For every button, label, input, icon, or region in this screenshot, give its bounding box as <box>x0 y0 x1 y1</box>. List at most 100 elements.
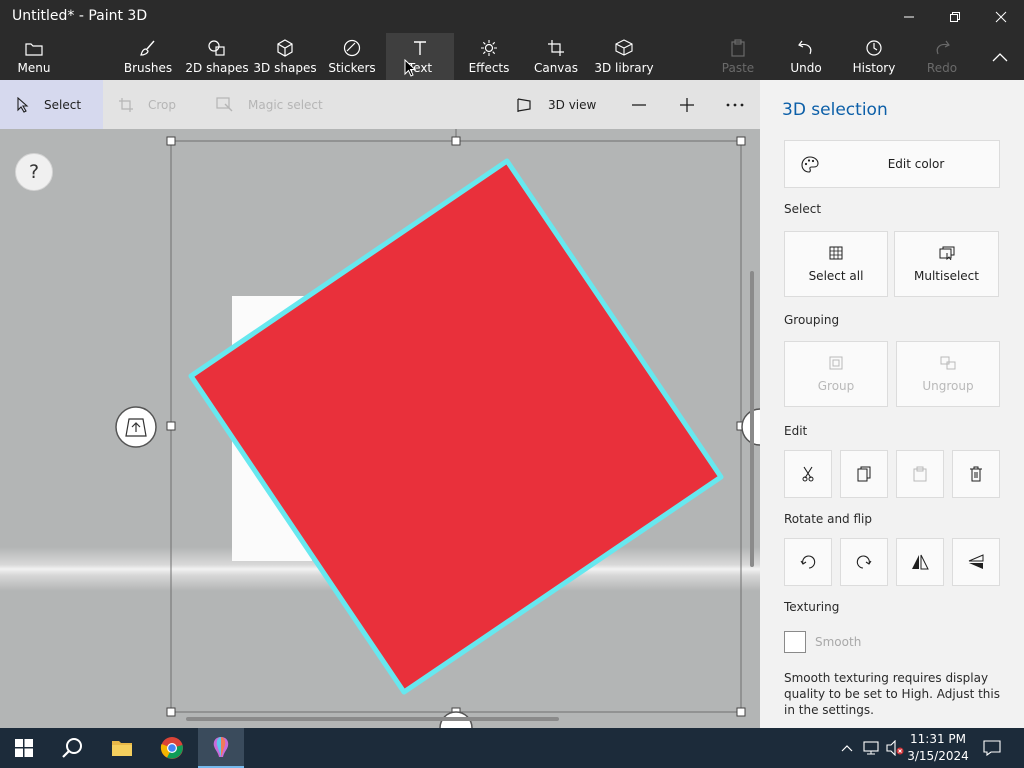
smooth-checkbox[interactable] <box>784 631 806 653</box>
close-button[interactable] <box>978 0 1024 33</box>
2d-shapes-button[interactable]: 2D shapes <box>184 33 250 80</box>
3d-library-label: 3D library <box>594 61 654 75</box>
edit-section-heading: Edit <box>784 424 808 438</box>
select-all-button[interactable]: Select all <box>784 231 888 297</box>
multiselect-button[interactable]: Multiselect <box>894 231 999 297</box>
history-button[interactable]: History <box>850 33 898 80</box>
select-tool[interactable]: Select <box>0 80 103 129</box>
flip-vertical-button[interactable] <box>952 538 1000 586</box>
paste-panel-button[interactable] <box>896 450 944 498</box>
network-button[interactable] <box>860 728 882 768</box>
clock-date: 3/15/2024 <box>907 749 969 763</box>
edit-color-button[interactable]: Edit color <box>784 140 1000 188</box>
copy-button[interactable] <box>840 450 888 498</box>
restore-icon <box>950 11 960 22</box>
paint3d-taskbar-button[interactable] <box>198 728 244 768</box>
crop-icon <box>118 97 134 113</box>
crop-tool[interactable]: Crop <box>118 80 176 129</box>
3d-shapes-button[interactable]: 3D shapes <box>253 33 317 80</box>
brushes-button[interactable]: Brushes <box>120 33 176 80</box>
select-label: Select <box>44 97 82 112</box>
more-options-button[interactable] <box>726 80 744 129</box>
canvas-area[interactable]: ? <box>0 129 760 728</box>
3d-library-button[interactable]: 3D library <box>594 33 654 80</box>
paste-icon <box>730 33 746 57</box>
close-icon <box>995 11 1007 22</box>
select-all-icon <box>829 246 843 259</box>
search-icon <box>62 738 82 758</box>
flip-horizontal-button[interactable] <box>896 538 944 586</box>
undo-button[interactable]: Undo <box>784 33 828 80</box>
menu-button[interactable]: Menu <box>8 33 60 80</box>
file-explorer-button[interactable] <box>98 728 146 768</box>
rotate-right-button[interactable] <box>840 538 888 586</box>
search-button[interactable] <box>48 728 96 768</box>
redo-label: Redo <box>926 61 958 75</box>
group-button[interactable]: Group <box>784 341 888 407</box>
chrome-icon <box>160 737 183 759</box>
effects-label: Effects <box>468 61 510 75</box>
resize-handle-left[interactable] <box>166 421 176 431</box>
canvas-button[interactable]: Canvas <box>532 33 580 80</box>
resize-handle-top[interactable] <box>451 136 461 146</box>
window-title: Untitled* - Paint 3D <box>12 8 148 24</box>
multiselect-label: Multiselect <box>914 268 979 283</box>
cut-button[interactable] <box>784 450 832 498</box>
rotate-left-button[interactable] <box>784 538 832 586</box>
minimize-button[interactable] <box>886 0 932 33</box>
show-hidden-icons-button[interactable] <box>838 728 856 768</box>
paste-label: Paste <box>721 61 755 75</box>
collapse-ribbon-button[interactable] <box>980 33 1020 80</box>
minus-icon <box>632 103 646 106</box>
vertical-scrollbar[interactable] <box>750 271 754 567</box>
flip-vertical-icon <box>968 554 984 569</box>
title-bar: Untitled* - Paint 3D <box>0 0 1024 33</box>
redo-button[interactable]: Redo <box>920 33 964 80</box>
paint3d-icon <box>213 737 229 757</box>
delete-button[interactable] <box>952 450 1000 498</box>
2d-shapes-label: 2D shapes <box>185 61 249 75</box>
2d-shapes-icon <box>207 33 227 57</box>
red-3d-square[interactable] <box>188 158 724 695</box>
chrome-button[interactable] <box>148 728 196 768</box>
resize-handle-bottom-left[interactable] <box>166 707 176 717</box>
chevron-up-icon <box>992 52 1008 61</box>
start-button[interactable] <box>0 728 48 768</box>
canvas-label: Canvas <box>533 61 579 75</box>
canvas-icon <box>547 33 565 57</box>
network-icon <box>863 741 879 755</box>
tool-bar: Select Crop Magic select 3D view <box>0 80 760 129</box>
text-button[interactable]: Text <box>386 33 454 80</box>
grouping-section-heading: Grouping <box>784 313 840 327</box>
resize-handle-bottom-right[interactable] <box>736 707 746 717</box>
plus-icon <box>680 97 694 112</box>
notifications-button[interactable] <box>976 728 1008 768</box>
zoom-in-button[interactable] <box>678 80 696 129</box>
help-button[interactable]: ? <box>15 153 53 191</box>
paste-icon <box>913 466 927 482</box>
stickers-label: Stickers <box>328 61 376 75</box>
mouse-cursor-icon <box>404 59 417 77</box>
effects-button[interactable]: Effects <box>464 33 514 80</box>
paste-button[interactable]: Paste <box>716 33 760 80</box>
history-label: History <box>852 61 896 75</box>
folder-icon <box>112 741 132 756</box>
horizontal-scrollbar[interactable] <box>186 717 559 721</box>
cursor-icon <box>16 96 30 113</box>
system-clock[interactable]: 11:31 PM 3/15/2024 <box>906 731 970 765</box>
undo-label: Undo <box>790 61 822 75</box>
volume-button[interactable] <box>884 728 906 768</box>
z-position-handle[interactable] <box>115 406 157 448</box>
magic-select-tool[interactable]: Magic select <box>216 80 323 129</box>
3d-view-button[interactable]: 3D view <box>516 80 596 129</box>
select-all-label: Select all <box>808 268 864 283</box>
stickers-button[interactable]: Stickers <box>326 33 378 80</box>
restore-button[interactable] <box>932 0 978 33</box>
resize-handle-top-left[interactable] <box>166 136 176 146</box>
menu-label: Menu <box>17 61 51 75</box>
ungroup-button[interactable]: Ungroup <box>896 341 1000 407</box>
paint3d-window: Untitled* - Paint 3D Menu Brushes 2D sha… <box>0 0 1024 768</box>
3d-view-icon <box>516 97 532 113</box>
zoom-out-button[interactable] <box>630 80 648 129</box>
resize-handle-top-right[interactable] <box>736 136 746 146</box>
